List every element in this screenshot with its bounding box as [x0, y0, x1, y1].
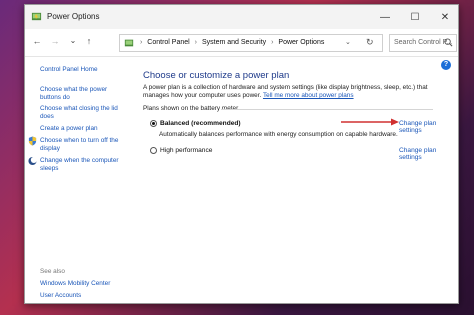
see-also-heading: See also [40, 268, 65, 275]
user-accounts-link[interactable]: User Accounts [40, 292, 81, 300]
breadcrumb-separator: › [140, 39, 143, 46]
power-options-window: Power Options — ☐ ✕ ← → ⌄ ↑ › Control Pa… [24, 4, 459, 304]
back-button[interactable]: ← [31, 36, 43, 46]
windows-mobility-center-link[interactable]: Windows Mobility Center [40, 280, 110, 288]
title-bar: Power Options — ☐ ✕ [25, 5, 458, 29]
forward-button[interactable]: → [49, 36, 61, 46]
address-bar[interactable]: › Control Panel › System and Security › … [119, 34, 383, 52]
sidebar-item-power-buttons[interactable]: Choose what the power buttons do [40, 86, 120, 102]
help-icon[interactable]: ? [441, 60, 451, 70]
minimize-button[interactable]: — [370, 5, 400, 29]
page-description: A power plan is a collection of hardware… [143, 84, 453, 100]
sidebar-item-create-plan[interactable]: Create a power plan [40, 125, 120, 133]
left-navigation-pane: Control Panel Home Choose what the power… [25, 57, 129, 303]
high-performance-change-plan-settings-link[interactable]: Change plan settings [399, 147, 458, 161]
close-button[interactable]: ✕ [430, 5, 458, 29]
window-title: Power Options [47, 12, 100, 21]
breadcrumb-separator: › [271, 39, 274, 46]
sidebar-item-turn-off-display[interactable]: Choose when to turn off the display [40, 137, 120, 153]
address-dropdown-button[interactable]: ⌄ [345, 38, 351, 46]
red-arrow-annotation [341, 118, 399, 126]
control-panel-home-link[interactable]: Control Panel Home [40, 66, 98, 74]
balanced-change-plan-settings-link[interactable]: Change plan settings [399, 120, 458, 134]
breadcrumb-control-panel[interactable]: Control Panel [147, 39, 189, 46]
shield-icon [28, 136, 37, 146]
high-performance-radio[interactable] [150, 147, 157, 154]
navigation-bar: ← → ⌄ ↑ › Control Panel › System and Sec… [25, 29, 458, 57]
power-options-app-icon [31, 12, 42, 21]
tell-me-more-link[interactable]: Tell me more about power plans [263, 92, 354, 99]
breadcrumb-system-and-security[interactable]: System and Security [202, 39, 266, 46]
balanced-plan-name[interactable]: Balanced (recommended) [160, 120, 241, 127]
balanced-radio[interactable] [150, 120, 157, 127]
up-button[interactable]: ↑ [83, 36, 95, 46]
high-performance-plan-name[interactable]: High performance [160, 147, 212, 154]
page-title: Choose or customize a power plan [143, 70, 290, 81]
main-content: ? Choose or customize a power plan A pow… [129, 57, 458, 303]
recent-locations-button[interactable]: ⌄ [67, 36, 79, 45]
control-panel-icon [124, 39, 134, 47]
balanced-plan-description: Automatically balances performance with … [159, 131, 398, 138]
refresh-button[interactable]: ↻ [366, 37, 374, 48]
breadcrumb-separator: › [194, 39, 198, 46]
search-icon [444, 38, 453, 47]
sidebar-item-closing-lid[interactable]: Choose what closing the lid does [40, 105, 120, 121]
breadcrumb: › Control Panel › System and Security › … [137, 39, 324, 46]
moon-icon [28, 156, 37, 166]
search-box[interactable]: Search Control P... [389, 34, 457, 52]
maximize-button[interactable]: ☐ [400, 5, 430, 29]
group-divider [221, 109, 433, 110]
breadcrumb-power-options[interactable]: Power Options [278, 39, 324, 46]
sidebar-item-computer-sleeps[interactable]: Change when the computer sleeps [40, 157, 122, 173]
